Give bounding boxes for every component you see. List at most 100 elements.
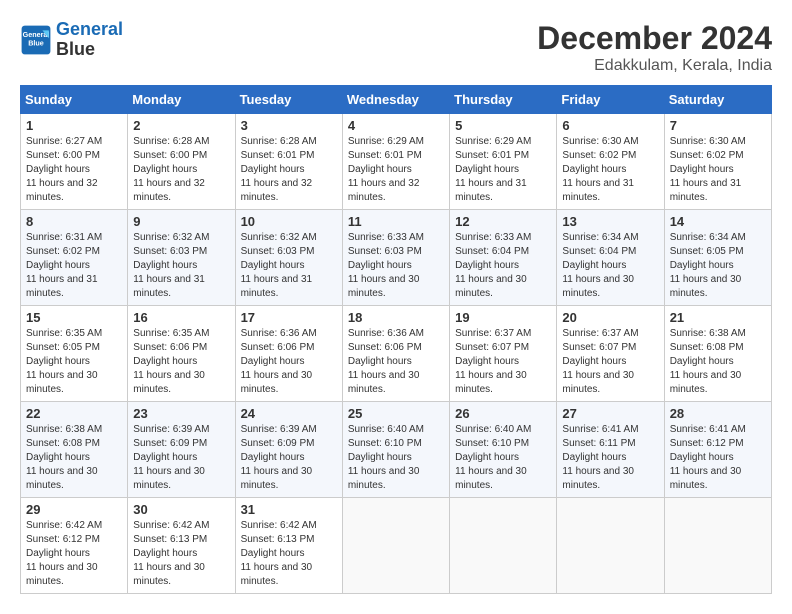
day-number: 22 — [26, 406, 122, 421]
weekday-header-wednesday: Wednesday — [342, 86, 449, 114]
day-number: 7 — [670, 118, 766, 133]
calendar-cell: 3 Sunrise: 6:28 AMSunset: 6:01 PMDayligh… — [235, 114, 342, 210]
day-info: Sunrise: 6:35 AMSunset: 6:05 PMDaylight … — [26, 327, 122, 397]
weekday-header-monday: Monday — [128, 86, 235, 114]
calendar-cell: 19 Sunrise: 6:37 AMSunset: 6:07 PMDaylig… — [450, 306, 557, 402]
calendar-cell: 2 Sunrise: 6:28 AMSunset: 6:00 PMDayligh… — [128, 114, 235, 210]
calendar-cell — [342, 498, 449, 594]
calendar-cell: 15 Sunrise: 6:35 AMSunset: 6:05 PMDaylig… — [21, 306, 128, 402]
calendar-cell: 25 Sunrise: 6:40 AMSunset: 6:10 PMDaylig… — [342, 402, 449, 498]
day-info: Sunrise: 6:32 AMSunset: 6:03 PMDaylight … — [241, 231, 337, 301]
calendar-cell: 1 Sunrise: 6:27 AMSunset: 6:00 PMDayligh… — [21, 114, 128, 210]
day-number: 27 — [562, 406, 658, 421]
day-number: 29 — [26, 502, 122, 517]
weekday-header-saturday: Saturday — [664, 86, 771, 114]
calendar-cell: 17 Sunrise: 6:36 AMSunset: 6:06 PMDaylig… — [235, 306, 342, 402]
day-info: Sunrise: 6:40 AMSunset: 6:10 PMDaylight … — [455, 423, 551, 493]
calendar-week-row: 29 Sunrise: 6:42 AMSunset: 6:12 PMDaylig… — [21, 498, 772, 594]
day-number: 5 — [455, 118, 551, 133]
day-info: Sunrise: 6:39 AMSunset: 6:09 PMDaylight … — [241, 423, 337, 493]
day-number: 16 — [133, 310, 229, 325]
day-number: 9 — [133, 214, 229, 229]
calendar-cell: 14 Sunrise: 6:34 AMSunset: 6:05 PMDaylig… — [664, 210, 771, 306]
day-number: 21 — [670, 310, 766, 325]
calendar-cell: 22 Sunrise: 6:38 AMSunset: 6:08 PMDaylig… — [21, 402, 128, 498]
calendar-cell: 28 Sunrise: 6:41 AMSunset: 6:12 PMDaylig… — [664, 402, 771, 498]
day-info: Sunrise: 6:36 AMSunset: 6:06 PMDaylight … — [348, 327, 444, 397]
calendar-week-row: 15 Sunrise: 6:35 AMSunset: 6:05 PMDaylig… — [21, 306, 772, 402]
day-info: Sunrise: 6:36 AMSunset: 6:06 PMDaylight … — [241, 327, 337, 397]
day-info: Sunrise: 6:40 AMSunset: 6:10 PMDaylight … — [348, 423, 444, 493]
day-number: 13 — [562, 214, 658, 229]
calendar-cell: 30 Sunrise: 6:42 AMSunset: 6:13 PMDaylig… — [128, 498, 235, 594]
calendar-cell: 11 Sunrise: 6:33 AMSunset: 6:03 PMDaylig… — [342, 210, 449, 306]
calendar-week-row: 8 Sunrise: 6:31 AMSunset: 6:02 PMDayligh… — [21, 210, 772, 306]
calendar-cell — [450, 498, 557, 594]
day-info: Sunrise: 6:42 AMSunset: 6:13 PMDaylight … — [133, 519, 229, 589]
day-number: 17 — [241, 310, 337, 325]
weekday-header-tuesday: Tuesday — [235, 86, 342, 114]
calendar-body: 1 Sunrise: 6:27 AMSunset: 6:00 PMDayligh… — [21, 114, 772, 594]
day-info: Sunrise: 6:35 AMSunset: 6:06 PMDaylight … — [133, 327, 229, 397]
calendar-cell — [557, 498, 664, 594]
day-info: Sunrise: 6:28 AMSunset: 6:01 PMDaylight … — [241, 135, 337, 205]
calendar-cell — [664, 498, 771, 594]
day-number: 23 — [133, 406, 229, 421]
weekday-header-sunday: Sunday — [21, 86, 128, 114]
day-info: Sunrise: 6:34 AMSunset: 6:05 PMDaylight … — [670, 231, 766, 301]
calendar-cell: 24 Sunrise: 6:39 AMSunset: 6:09 PMDaylig… — [235, 402, 342, 498]
calendar-cell: 16 Sunrise: 6:35 AMSunset: 6:06 PMDaylig… — [128, 306, 235, 402]
calendar-cell: 8 Sunrise: 6:31 AMSunset: 6:02 PMDayligh… — [21, 210, 128, 306]
day-number: 4 — [348, 118, 444, 133]
calendar-cell: 23 Sunrise: 6:39 AMSunset: 6:09 PMDaylig… — [128, 402, 235, 498]
day-info: Sunrise: 6:42 AMSunset: 6:13 PMDaylight … — [241, 519, 337, 589]
day-info: Sunrise: 6:38 AMSunset: 6:08 PMDaylight … — [26, 423, 122, 493]
location-subtitle: Edakkulam, Kerala, India — [537, 57, 772, 75]
day-number: 14 — [670, 214, 766, 229]
day-number: 12 — [455, 214, 551, 229]
day-number: 31 — [241, 502, 337, 517]
calendar-cell: 21 Sunrise: 6:38 AMSunset: 6:08 PMDaylig… — [664, 306, 771, 402]
calendar-cell: 29 Sunrise: 6:42 AMSunset: 6:12 PMDaylig… — [21, 498, 128, 594]
day-number: 28 — [670, 406, 766, 421]
day-info: Sunrise: 6:42 AMSunset: 6:12 PMDaylight … — [26, 519, 122, 589]
calendar-cell: 13 Sunrise: 6:34 AMSunset: 6:04 PMDaylig… — [557, 210, 664, 306]
day-info: Sunrise: 6:27 AMSunset: 6:00 PMDaylight … — [26, 135, 122, 205]
calendar-cell: 7 Sunrise: 6:30 AMSunset: 6:02 PMDayligh… — [664, 114, 771, 210]
day-number: 10 — [241, 214, 337, 229]
calendar-cell: 20 Sunrise: 6:37 AMSunset: 6:07 PMDaylig… — [557, 306, 664, 402]
day-info: Sunrise: 6:33 AMSunset: 6:04 PMDaylight … — [455, 231, 551, 301]
title-block: December 2024 Edakkulam, Kerala, India — [537, 20, 772, 75]
day-info: Sunrise: 6:31 AMSunset: 6:02 PMDaylight … — [26, 231, 122, 301]
day-info: Sunrise: 6:30 AMSunset: 6:02 PMDaylight … — [562, 135, 658, 205]
svg-text:Blue: Blue — [28, 38, 44, 47]
day-info: Sunrise: 6:28 AMSunset: 6:00 PMDaylight … — [133, 135, 229, 205]
day-info: Sunrise: 6:29 AMSunset: 6:01 PMDaylight … — [348, 135, 444, 205]
day-number: 15 — [26, 310, 122, 325]
day-info: Sunrise: 6:30 AMSunset: 6:02 PMDaylight … — [670, 135, 766, 205]
day-number: 20 — [562, 310, 658, 325]
day-info: Sunrise: 6:34 AMSunset: 6:04 PMDaylight … — [562, 231, 658, 301]
day-number: 3 — [241, 118, 337, 133]
logo-icon: General Blue — [20, 24, 52, 56]
weekday-header-friday: Friday — [557, 86, 664, 114]
logo: General Blue GeneralBlue — [20, 20, 123, 60]
calendar-cell: 26 Sunrise: 6:40 AMSunset: 6:10 PMDaylig… — [450, 402, 557, 498]
day-number: 6 — [562, 118, 658, 133]
day-info: Sunrise: 6:41 AMSunset: 6:12 PMDaylight … — [670, 423, 766, 493]
day-number: 25 — [348, 406, 444, 421]
calendar-cell: 6 Sunrise: 6:30 AMSunset: 6:02 PMDayligh… — [557, 114, 664, 210]
day-info: Sunrise: 6:29 AMSunset: 6:01 PMDaylight … — [455, 135, 551, 205]
calendar-cell: 18 Sunrise: 6:36 AMSunset: 6:06 PMDaylig… — [342, 306, 449, 402]
calendar-header-row: SundayMondayTuesdayWednesdayThursdayFrid… — [21, 86, 772, 114]
day-info: Sunrise: 6:38 AMSunset: 6:08 PMDaylight … — [670, 327, 766, 397]
day-number: 2 — [133, 118, 229, 133]
day-number: 19 — [455, 310, 551, 325]
day-info: Sunrise: 6:37 AMSunset: 6:07 PMDaylight … — [562, 327, 658, 397]
calendar-cell: 9 Sunrise: 6:32 AMSunset: 6:03 PMDayligh… — [128, 210, 235, 306]
day-number: 26 — [455, 406, 551, 421]
calendar-cell: 31 Sunrise: 6:42 AMSunset: 6:13 PMDaylig… — [235, 498, 342, 594]
calendar-table: SundayMondayTuesdayWednesdayThursdayFrid… — [20, 85, 772, 594]
calendar-cell: 10 Sunrise: 6:32 AMSunset: 6:03 PMDaylig… — [235, 210, 342, 306]
logo-text: GeneralBlue — [56, 20, 123, 60]
